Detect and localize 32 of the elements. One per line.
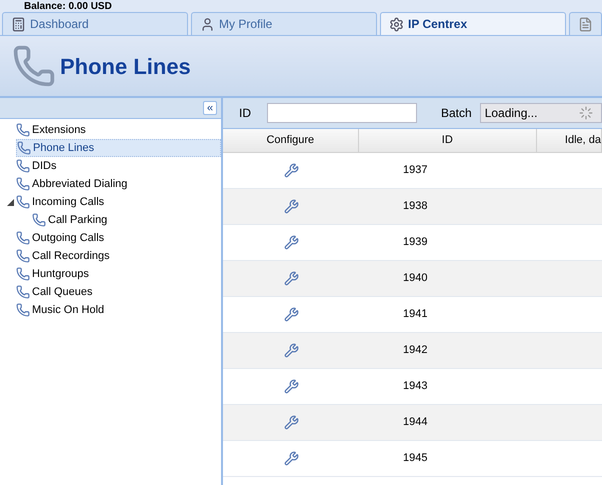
page-title: Phone Lines [60,52,191,80]
batch-field[interactable]: Loading... [480,103,602,123]
table-cell-text: 1942 [403,343,428,358]
tab[interactable]: Dashboard [2,12,188,35]
tree-item[interactable]: Call Parking [32,211,116,229]
balance-text: Balance: 0.00 USD [24,1,112,12]
tree-item[interactable]: Call Queues [16,283,101,301]
tab[interactable]: My Profile [191,12,377,35]
table-cell-text: 1938 [403,199,428,214]
id-label: ID [239,105,251,122]
table-cell-text: 1945 [403,451,428,466]
column-header[interactable]: Configure [223,129,359,152]
tree-item[interactable]: DIDs [16,157,64,175]
tree-item[interactable]: Huntgroups [16,265,97,283]
tab[interactable]: IP Centrex [380,12,566,35]
tree-item[interactable]: Phone Lines [16,139,221,157]
column-header[interactable]: Idle, da [536,129,602,152]
table-cell-text: 1939 [403,235,428,250]
tree-item[interactable]: Call Recordings [16,247,118,265]
tree-item[interactable]: Extensions [16,121,94,139]
collapse-button[interactable]: « [203,101,217,115]
table-cell-text: 1940 [403,271,428,286]
table-cell-text: 1944 [403,415,428,430]
table-cell-text: 1941 [403,307,428,322]
tree-item[interactable]: Incoming Calls [16,193,112,211]
table-cell-text: 1943 [403,379,428,394]
tree-item[interactable]: Abbreviated Dialing [16,175,136,193]
column-header[interactable]: ID [358,129,537,152]
batch-label: Batch [441,105,472,122]
table-cell-text: 1937 [403,163,428,178]
tree-item[interactable]: Music On Hold [16,301,112,319]
tree-item[interactable]: Outgoing Calls [16,229,112,247]
